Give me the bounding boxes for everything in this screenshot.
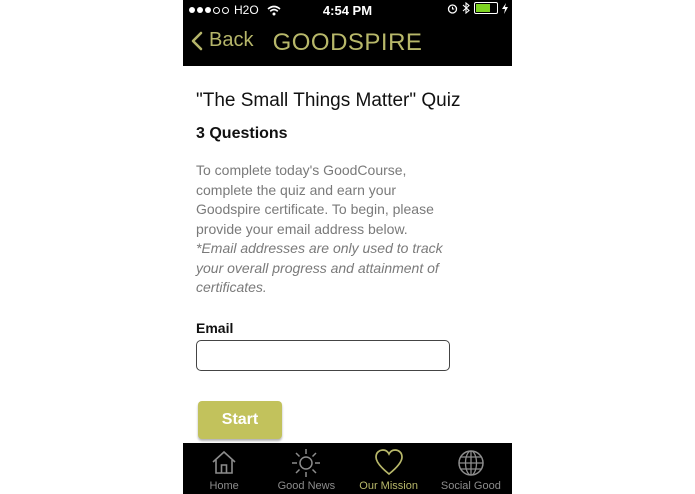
tab-label: Social Good: [440, 480, 501, 492]
brand-logo: GOODSPIRE: [272, 29, 423, 56]
tab-good-news[interactable]: Good News: [265, 443, 347, 494]
email-label: Email: [196, 320, 234, 336]
app-screen: H2O 4:54 PM Back GOODSPIRE "The Small Th…: [183, 0, 512, 494]
status-bar: H2O 4:54 PM: [183, 0, 512, 20]
tab-bar: Home Good News Our Mission Social Good: [183, 443, 512, 494]
sun-icon: [292, 449, 321, 477]
tab-label: Home: [209, 480, 239, 492]
tab-label: Our Mission: [359, 480, 418, 492]
question-count: 3 Questions: [196, 125, 288, 142]
intro-paragraph: To complete today's GoodCourse, complete…: [196, 162, 434, 237]
tab-our-mission[interactable]: Our Mission: [348, 443, 430, 494]
tab-home[interactable]: Home: [183, 443, 265, 494]
alarm-icon: [447, 3, 458, 14]
intro-text: To complete today's GoodCourse, complete…: [196, 161, 446, 298]
email-note: *Email addresses are only used to track …: [196, 240, 443, 295]
heart-icon: [374, 449, 403, 476]
tab-social-good[interactable]: Social Good: [430, 443, 512, 494]
battery-icon: [474, 2, 498, 14]
status-right: [447, 2, 508, 14]
globe-icon: [458, 450, 484, 476]
bluetooth-icon: [462, 2, 470, 14]
charging-icon: [502, 2, 508, 14]
tab-label: Good News: [277, 480, 336, 492]
page-title: "The Small Things Matter" Quiz: [196, 90, 461, 111]
navigation-bar: Back GOODSPIRE: [183, 20, 512, 66]
email-field[interactable]: [196, 340, 450, 371]
quiz-content: "The Small Things Matter" Quiz 3 Questio…: [183, 66, 512, 443]
home-icon: [212, 450, 236, 474]
start-button[interactable]: Start: [198, 401, 282, 439]
